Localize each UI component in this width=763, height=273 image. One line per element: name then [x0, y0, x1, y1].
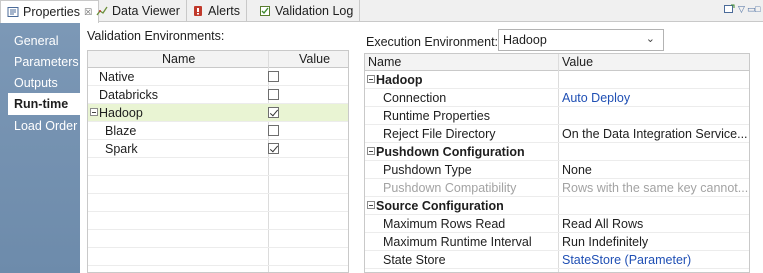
- minimize-icon[interactable]: ▽: [738, 4, 745, 15]
- property-value[interactable]: Run Indefinitely: [562, 235, 648, 249]
- nav-item-load-order[interactable]: Load Order: [0, 115, 80, 137]
- column-header-name[interactable]: Name: [368, 55, 401, 69]
- property-name: Pushdown Type: [383, 163, 472, 177]
- property-row-connection[interactable]: Connection Auto Deploy: [365, 89, 749, 107]
- property-name: Connection: [383, 91, 447, 105]
- property-name: Maximum Rows Read: [383, 217, 506, 231]
- property-category-pushdown[interactable]: Pushdown Configuration: [365, 143, 749, 161]
- column-header-value[interactable]: Value: [562, 55, 593, 69]
- collapse-icon[interactable]: [90, 108, 98, 116]
- nav-item-outputs[interactable]: Outputs: [0, 72, 80, 94]
- table-row[interactable]: Native: [88, 68, 348, 86]
- environment-name: Spark: [105, 142, 138, 156]
- properties-nav: General Parameters Outputs Run-time Load…: [0, 23, 80, 273]
- execution-properties-table: Name Value Hadoop Connection Auto Deploy…: [364, 53, 750, 273]
- property-name: Maximum Runtime Interval: [383, 235, 532, 249]
- maximize-icon[interactable]: □: [755, 4, 760, 14]
- selected-value: Hadoop: [503, 33, 547, 47]
- environment-checkbox[interactable]: [268, 143, 279, 154]
- property-name: Runtime Properties: [383, 109, 490, 123]
- property-row-runtime-properties[interactable]: Runtime Properties: [365, 107, 749, 125]
- property-value-link[interactable]: Auto Deploy: [562, 91, 630, 105]
- table-row-selected[interactable]: Hadoop: [88, 104, 348, 122]
- empty-row: [88, 194, 348, 212]
- tab-validation-log[interactable]: Validation Log: [253, 0, 361, 22]
- collapse-icon[interactable]: [367, 147, 375, 155]
- property-category-hadoop[interactable]: Hadoop: [365, 71, 749, 89]
- tab-alerts[interactable]: Alerts: [186, 0, 247, 22]
- environment-checkbox[interactable]: [268, 71, 279, 82]
- property-value[interactable]: Read All Rows: [562, 217, 643, 231]
- validation-log-icon: [259, 5, 271, 17]
- nav-item-run-time[interactable]: Run-time: [8, 93, 80, 115]
- nav-item-general[interactable]: General: [0, 30, 80, 52]
- tab-properties[interactable]: Properties ☒: [0, 0, 100, 23]
- empty-row: [88, 212, 348, 230]
- property-row-pushdown-compatibility: Pushdown Compatibility Rows with the sam…: [365, 179, 749, 197]
- table-row[interactable]: Databricks: [88, 86, 348, 104]
- tab-label: Alerts: [208, 4, 240, 18]
- view-menu-icon[interactable]: [724, 4, 735, 16]
- property-row-reject-file-directory[interactable]: Reject File Directory On the Data Integr…: [365, 125, 749, 143]
- property-value[interactable]: None: [562, 163, 592, 177]
- chevron-down-icon: ⌄: [645, 33, 655, 45]
- environment-checkbox[interactable]: [268, 107, 279, 118]
- category-label: Source Configuration: [376, 199, 504, 213]
- execution-environment-select[interactable]: Hadoop ⌄: [498, 29, 664, 51]
- tab-data-viewer[interactable]: Data Viewer: [90, 0, 187, 22]
- validation-environments-label: Validation Environments:: [87, 29, 225, 43]
- property-row-pushdown-type[interactable]: Pushdown Type None: [365, 161, 749, 179]
- environment-checkbox[interactable]: [268, 89, 279, 100]
- table-row[interactable]: Blaze: [88, 122, 348, 140]
- table-header: Name Value: [365, 54, 749, 71]
- properties-icon: [7, 6, 19, 18]
- collapse-icon[interactable]: [367, 201, 375, 209]
- empty-row: [88, 158, 348, 176]
- nav-item-parameters[interactable]: Parameters: [0, 51, 80, 73]
- tab-label: Validation Log: [275, 4, 354, 18]
- property-name: Reject File Directory: [383, 127, 496, 141]
- property-name: State Store: [383, 253, 446, 267]
- property-name: Pushdown Compatibility: [383, 181, 517, 195]
- column-header-value[interactable]: Value: [299, 52, 330, 66]
- validation-environments-table: Name Value Native Databricks Hadoop Blaz…: [87, 50, 349, 273]
- property-row-maximum-rows-read[interactable]: Maximum Rows Read Read All Rows: [365, 215, 749, 233]
- property-value-disabled: Rows with the same key cannot...: [562, 181, 749, 195]
- tab-label: Properties: [23, 5, 80, 19]
- property-value-link[interactable]: StateStore (Parameter): [562, 253, 691, 267]
- empty-row: [88, 248, 348, 266]
- data-viewer-icon: [96, 5, 108, 17]
- collapse-icon[interactable]: [367, 75, 375, 83]
- column-header-name[interactable]: Name: [162, 52, 195, 66]
- alerts-icon: [192, 5, 204, 17]
- environment-name: Native: [99, 70, 135, 84]
- category-label: Hadoop: [376, 73, 423, 87]
- environment-name: Hadoop: [99, 106, 143, 120]
- tab-label: Data Viewer: [112, 4, 180, 18]
- environment-checkbox[interactable]: [268, 125, 279, 136]
- empty-row: [88, 230, 348, 248]
- category-label: Pushdown Configuration: [376, 145, 525, 159]
- execution-environment-label: Execution Environment:: [366, 35, 499, 49]
- property-category-source[interactable]: Source Configuration: [365, 197, 749, 215]
- table-row[interactable]: Spark: [88, 140, 348, 158]
- property-row-state-store[interactable]: State Store StateStore (Parameter): [365, 251, 749, 269]
- property-value[interactable]: On the Data Integration Service...: [562, 127, 748, 141]
- environment-name: Blaze: [105, 124, 137, 138]
- table-header: Name Value: [88, 51, 348, 68]
- empty-row: [88, 176, 348, 194]
- property-row-maximum-runtime-interval[interactable]: Maximum Runtime Interval Run Indefinitel…: [365, 233, 749, 251]
- environment-name: Databricks: [99, 88, 159, 102]
- view-tab-bar: Properties ☒ Data Viewer Alerts Validati…: [0, 0, 763, 23]
